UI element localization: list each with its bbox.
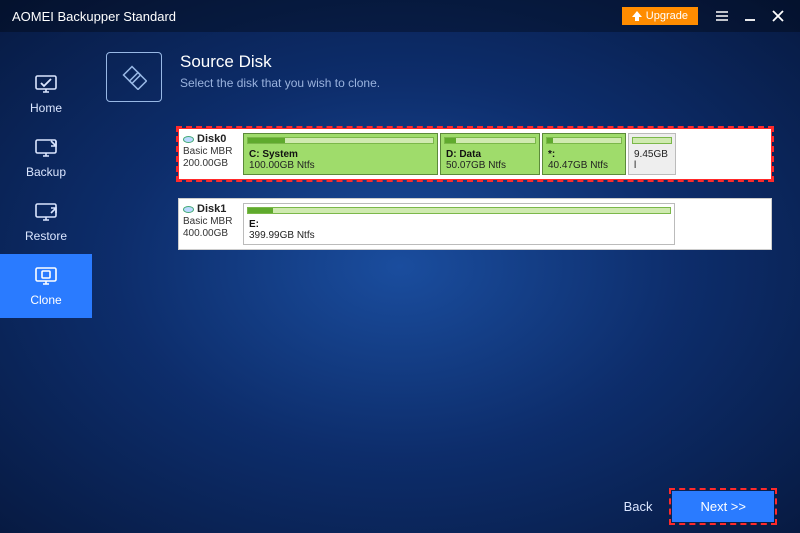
sidebar-item-backup[interactable]: Backup bbox=[0, 126, 92, 190]
page-title: Source Disk bbox=[180, 52, 380, 72]
disk-name: Disk1 bbox=[183, 203, 237, 215]
page-subtitle: Select the disk that you wish to clone. bbox=[180, 76, 380, 90]
main-content: Source Disk Select the disk that you wis… bbox=[92, 32, 800, 479]
partition[interactable]: D: Data50.07GB Ntfs bbox=[440, 133, 540, 175]
backup-icon bbox=[33, 137, 59, 159]
sidebar-item-label: Clone bbox=[30, 293, 61, 307]
minimize-icon bbox=[743, 9, 757, 23]
disk-icon bbox=[183, 204, 194, 215]
partition-size: 100.00GB Ntfs bbox=[249, 160, 432, 171]
partition-size: 399.99GB Ntfs bbox=[249, 230, 669, 241]
minimize-button[interactable] bbox=[736, 2, 764, 30]
titlebar: AOMEI Backupper Standard Upgrade bbox=[0, 0, 800, 32]
sidebar-item-label: Backup bbox=[26, 165, 66, 179]
restore-icon bbox=[33, 201, 59, 223]
sidebar-item-home[interactable]: Home bbox=[0, 62, 92, 126]
usage-bar bbox=[632, 137, 672, 144]
footer: Back Next >> bbox=[0, 479, 800, 533]
disk-card[interactable]: Disk0Basic MBR200.00GBC: System100.00GB … bbox=[178, 128, 772, 180]
partition-name: *: bbox=[548, 149, 620, 160]
home-icon bbox=[33, 73, 59, 95]
partition-size: 9.45GB l bbox=[634, 149, 670, 171]
disk-meta: Disk1Basic MBR400.00GB bbox=[179, 199, 241, 249]
upgrade-button[interactable]: Upgrade bbox=[622, 7, 698, 25]
usage-bar bbox=[546, 137, 622, 144]
partition-size: 40.47GB Ntfs bbox=[548, 160, 620, 171]
usage-bar bbox=[247, 207, 671, 214]
sidebar-item-restore[interactable]: Restore bbox=[0, 190, 92, 254]
disk-meta: Disk0Basic MBR200.00GB bbox=[179, 129, 241, 179]
upgrade-icon bbox=[632, 11, 642, 21]
partition[interactable]: 9.45GB l bbox=[628, 133, 676, 175]
usage-bar bbox=[247, 137, 434, 144]
partition[interactable]: C: System100.00GB Ntfs bbox=[243, 133, 438, 175]
clone-icon bbox=[33, 265, 59, 287]
source-disk-icon bbox=[106, 52, 162, 102]
disk-card[interactable]: Disk1Basic MBR400.00GBE:399.99GB Ntfs bbox=[178, 198, 772, 250]
disk-size: 400.00GB bbox=[183, 228, 237, 239]
app-title: AOMEI Backupper Standard bbox=[12, 9, 622, 24]
partition-name: E: bbox=[249, 219, 669, 230]
partition-size: 50.07GB Ntfs bbox=[446, 160, 534, 171]
close-icon bbox=[771, 9, 785, 23]
sidebar-item-label: Restore bbox=[25, 229, 67, 243]
sidebar: Home Backup Restore Clone bbox=[0, 32, 92, 479]
partition-name: D: Data bbox=[446, 149, 534, 160]
disk-type: Basic MBR bbox=[183, 216, 237, 227]
partition[interactable]: *:40.47GB Ntfs bbox=[542, 133, 626, 175]
menu-icon bbox=[715, 9, 729, 23]
app-window: AOMEI Backupper Standard Upgrade Home Ba… bbox=[0, 0, 800, 533]
disk-size: 200.00GB bbox=[183, 158, 237, 169]
close-button[interactable] bbox=[764, 2, 792, 30]
disk-type: Basic MBR bbox=[183, 146, 237, 157]
disk-name: Disk0 bbox=[183, 133, 237, 145]
usage-bar bbox=[444, 137, 536, 144]
sidebar-item-label: Home bbox=[30, 101, 62, 115]
partition-name: C: System bbox=[249, 149, 432, 160]
page-header: Source Disk Select the disk that you wis… bbox=[106, 52, 772, 102]
menu-button[interactable] bbox=[708, 2, 736, 30]
back-button[interactable]: Back bbox=[624, 499, 653, 514]
partition-row: C: System100.00GB NtfsD: Data50.07GB Ntf… bbox=[241, 129, 771, 179]
disk-icon bbox=[183, 134, 194, 145]
disk-list: Disk0Basic MBR200.00GBC: System100.00GB … bbox=[178, 128, 772, 250]
upgrade-label: Upgrade bbox=[646, 10, 688, 22]
partition-row: E:399.99GB Ntfs bbox=[241, 199, 771, 249]
next-button[interactable]: Next >> bbox=[672, 491, 774, 522]
partition[interactable]: E:399.99GB Ntfs bbox=[243, 203, 675, 245]
sidebar-item-clone[interactable]: Clone bbox=[0, 254, 92, 318]
